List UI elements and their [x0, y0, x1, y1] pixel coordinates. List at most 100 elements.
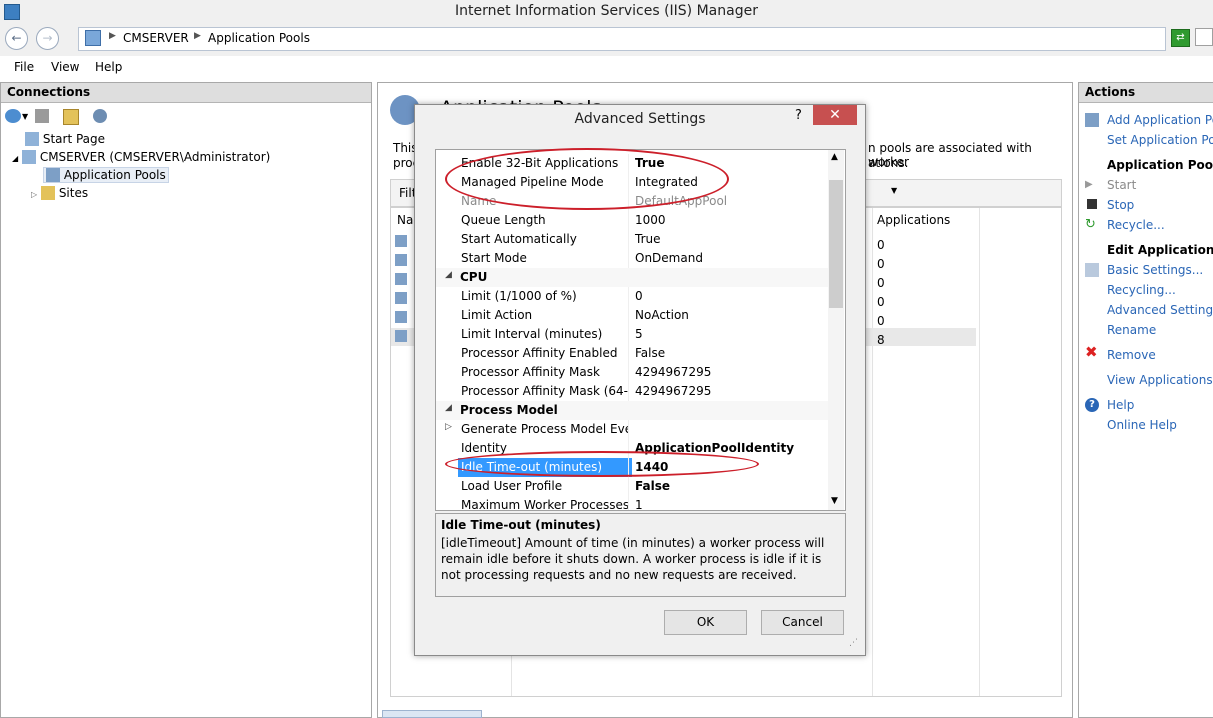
- property-grid-scrollbar[interactable]: ▲ ▼: [828, 150, 844, 510]
- collapsed-arrow-icon[interactable]: ▷: [445, 422, 452, 432]
- forward-arrow-icon[interactable]: →: [36, 27, 59, 50]
- collapsed-arrow-icon[interactable]: ▷: [31, 190, 37, 199]
- remove-x-icon: ✖: [1085, 343, 1098, 361]
- property-name: Limit Interval (minutes): [461, 327, 603, 341]
- menu-file[interactable]: File: [14, 60, 34, 74]
- property-row[interactable]: Processor Affinity Enabled False: [436, 344, 828, 363]
- action-advanced-settings[interactable]: Advanced Settings...: [1107, 303, 1213, 317]
- property-category[interactable]: ◢ CPU: [436, 268, 828, 287]
- refresh-icon[interactable]: ⇄: [1171, 29, 1190, 47]
- property-row[interactable]: ▷ Generate Process Model Event L: [436, 420, 828, 439]
- property-value[interactable]: 1: [635, 498, 643, 510]
- action-view-applications[interactable]: View Applications: [1107, 373, 1213, 387]
- dropdown-arrow-icon[interactable]: ▼: [22, 112, 28, 121]
- property-name: Maximum Worker Processes: [461, 498, 629, 511]
- action-group-edit: Edit Application Poo: [1107, 243, 1213, 257]
- property-row[interactable]: Maximum Worker Processes 1: [436, 496, 828, 511]
- action-help[interactable]: Help: [1107, 398, 1134, 412]
- cancel-button[interactable]: Cancel: [761, 610, 844, 635]
- resize-grip[interactable]: ⋰: [849, 638, 859, 648]
- application-pools-icon: [46, 168, 60, 182]
- property-value[interactable]: True: [635, 232, 661, 246]
- dropdown-arrow-icon[interactable]: ▼: [891, 186, 897, 195]
- property-name: Processor Affinity Enabled: [461, 346, 618, 360]
- action-remove[interactable]: Remove: [1107, 348, 1156, 362]
- folder-up-icon[interactable]: [63, 109, 79, 125]
- table-cell-applications: 0: [877, 314, 885, 328]
- tree-item-application-pools[interactable]: Application Pools: [43, 167, 169, 183]
- action-stop[interactable]: Stop: [1107, 198, 1134, 212]
- actions-header: Actions: [1079, 83, 1213, 103]
- server-icon: [21, 150, 36, 164]
- tree-item-server[interactable]: ◢ CMSERVER (CMSERVER\Administrator): [12, 150, 270, 164]
- view-tab[interactable]: [382, 710, 482, 718]
- property-row[interactable]: Limit Interval (minutes) 5: [436, 325, 828, 344]
- scroll-up-icon[interactable]: ▲: [831, 152, 838, 162]
- menu-help[interactable]: Help: [95, 60, 122, 74]
- expanded-arrow-icon[interactable]: ◢: [445, 270, 452, 280]
- disconnect-icon[interactable]: [93, 109, 107, 123]
- menu-view[interactable]: View: [51, 60, 79, 74]
- connect-globe-icon[interactable]: [5, 109, 21, 123]
- property-row[interactable]: Limit Action NoAction: [436, 306, 828, 325]
- action-rename[interactable]: Rename: [1107, 323, 1156, 337]
- breadcrumb-application-pools[interactable]: Application Pools: [208, 31, 310, 45]
- action-recycle[interactable]: Recycle...: [1107, 218, 1165, 232]
- property-value[interactable]: OnDemand: [635, 251, 703, 265]
- tree-item-sites[interactable]: ▷ Sites: [31, 186, 88, 200]
- property-row[interactable]: Limit (1/1000 of %) 0: [436, 287, 828, 306]
- action-set-defaults[interactable]: Set Application Poo: [1107, 133, 1213, 147]
- property-value[interactable]: False: [635, 346, 665, 360]
- property-value[interactable]: 1000: [635, 213, 666, 227]
- action-basic-settings[interactable]: Basic Settings...: [1107, 263, 1203, 277]
- property-value[interactable]: NoAction: [635, 308, 689, 322]
- tree-item-start-page[interactable]: Start Page: [25, 132, 105, 146]
- action-group-tasks: Application Pool Ta: [1107, 158, 1213, 172]
- action-start[interactable]: Start: [1107, 178, 1136, 192]
- property-name: Limit Action: [461, 308, 533, 322]
- expanded-arrow-icon[interactable]: ◢: [12, 154, 18, 163]
- address-bar[interactable]: ▶ CMSERVER ▶ Application Pools: [78, 27, 1166, 51]
- property-value[interactable]: 4294967295: [635, 365, 711, 379]
- back-arrow-icon[interactable]: ←: [5, 27, 28, 50]
- annotation-oval: [445, 148, 729, 210]
- action-recycling[interactable]: Recycling...: [1107, 283, 1176, 297]
- pool-icon: [395, 235, 407, 247]
- pool-icon: [395, 330, 407, 342]
- scroll-down-icon[interactable]: ▼: [831, 496, 838, 506]
- annotation-oval: [445, 451, 759, 477]
- scrollbar-thumb[interactable]: [829, 180, 843, 308]
- dialog-help-icon[interactable]: ?: [795, 108, 802, 123]
- property-row[interactable]: Start Mode OnDemand: [436, 249, 828, 268]
- property-name: Limit (1/1000 of %): [461, 289, 577, 303]
- close-icon[interactable]: ✕: [813, 105, 857, 125]
- add-pool-icon: [1085, 113, 1099, 127]
- property-row[interactable]: Load User Profile False: [436, 477, 828, 496]
- description-title: Idle Time-out (minutes): [441, 518, 601, 532]
- ok-button[interactable]: OK: [664, 610, 747, 635]
- help-toolbar-icon[interactable]: [1195, 28, 1213, 46]
- property-value[interactable]: False: [635, 479, 670, 493]
- property-row[interactable]: Processor Affinity Mask (64-bit c 4294967…: [436, 382, 828, 401]
- property-category[interactable]: ◢ Process Model: [436, 401, 828, 420]
- action-online-help[interactable]: Online Help: [1107, 418, 1177, 432]
- property-row[interactable]: Processor Affinity Mask 4294967295: [436, 363, 828, 382]
- property-row[interactable]: Start Automatically True: [436, 230, 828, 249]
- property-value[interactable]: 4294967295: [635, 384, 711, 398]
- table-cell-applications: 0: [877, 276, 885, 290]
- save-icon[interactable]: [35, 109, 49, 123]
- property-row[interactable]: Queue Length 1000: [436, 211, 828, 230]
- pool-icon: [395, 311, 407, 323]
- property-name: Process Model: [460, 403, 558, 417]
- expanded-arrow-icon[interactable]: ◢: [445, 403, 452, 413]
- action-add-application-pool[interactable]: Add Application Po: [1107, 113, 1213, 127]
- pool-icon: [395, 273, 407, 285]
- pool-icon: [395, 254, 407, 266]
- property-name: Generate Process Model Event L: [461, 422, 629, 436]
- property-value[interactable]: 5: [635, 327, 643, 341]
- property-value[interactable]: 0: [635, 289, 643, 303]
- breadcrumb-server[interactable]: CMSERVER: [123, 31, 189, 45]
- column-header-applications[interactable]: Applications: [877, 213, 950, 227]
- table-cell-applications: 0: [877, 238, 885, 252]
- property-name: CPU: [460, 270, 488, 284]
